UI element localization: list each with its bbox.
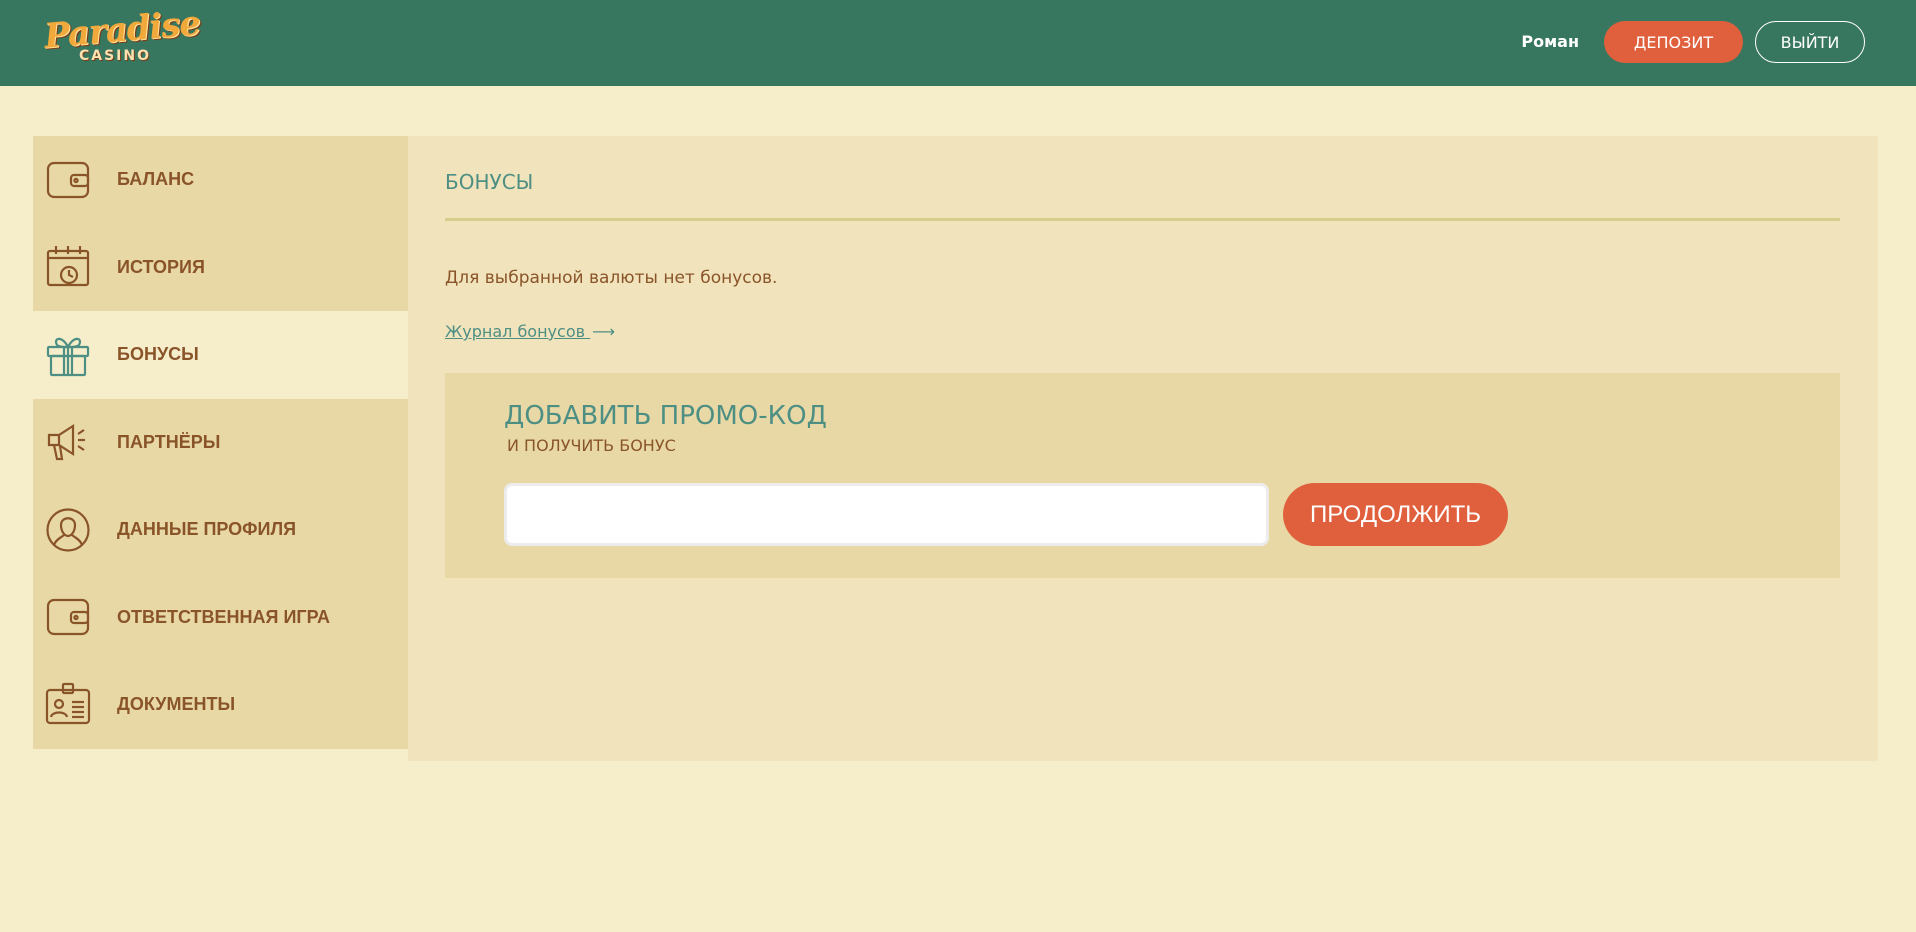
sidebar-item-documents[interactable]: ДОКУМЕНТЫ (33, 661, 408, 749)
id-card-icon (45, 682, 91, 728)
sidebar-item-profile[interactable]: ДАННЫЕ ПРОФИЛЯ (33, 486, 408, 574)
bonuses-panel: БОНУСЫ Для выбранной валюты нет бонусов.… (408, 136, 1878, 761)
sidebar-item-label: ДОКУМЕНТЫ (117, 694, 236, 715)
promo-code-input[interactable] (504, 483, 1269, 546)
sidebar-item-responsible-gaming[interactable]: ОТВЕТСТВЕННАЯ ИГРА (33, 573, 408, 661)
deposit-button[interactable]: ДЕПОЗИТ (1604, 21, 1743, 63)
sidebar-item-balance[interactable]: БАЛАНС (33, 136, 408, 224)
no-bonus-message: Для выбранной валюты нет бонусов. (445, 268, 778, 288)
sidebar-item-label: БОНУСЫ (117, 344, 199, 365)
page-title: БОНУСЫ (445, 170, 534, 194)
megaphone-icon (45, 419, 91, 465)
sidebar-item-label: БАЛАНС (117, 169, 195, 190)
bonus-journal-link[interactable]: Журнал бонусов ⟶ (445, 322, 615, 341)
promo-code-box: ДОБАВИТЬ ПРОМО-КОД И ПОЛУЧИТЬ БОНУС ПРОД… (445, 373, 1840, 578)
account-sidebar: БАЛАНС ИСТОРИЯ БОНУСЫ ПАРТНЁРЫ ДАННЫЕ ПР… (33, 136, 408, 749)
user-icon (45, 507, 91, 553)
promo-subtitle: И ПОЛУЧИТЬ БОНУС (507, 436, 676, 455)
gift-icon (45, 332, 91, 378)
arrow-right-icon: ⟶ (592, 322, 616, 341)
title-divider (445, 218, 1840, 221)
wallet-icon (45, 157, 91, 203)
promo-title: ДОБАВИТЬ ПРОМО-КОД (504, 401, 827, 431)
username[interactable]: Роман (1521, 30, 1579, 54)
calendar-clock-icon (45, 244, 91, 290)
top-header: Paradise CASINO Роман ДЕПОЗИТ ВЫЙТИ (0, 0, 1916, 86)
wallet-icon (45, 594, 91, 640)
sidebar-item-partners[interactable]: ПАРТНЁРЫ (33, 398, 408, 486)
sidebar-item-label: ПАРТНЁРЫ (117, 431, 221, 452)
bonus-journal-link-label: Журнал бонусов (445, 322, 586, 341)
sidebar-item-bonuses[interactable]: БОНУСЫ (33, 311, 408, 399)
sidebar-item-label: ДАННЫЕ ПРОФИЛЯ (117, 519, 297, 540)
continue-button[interactable]: ПРОДОЛЖИТЬ (1283, 483, 1508, 546)
logout-button[interactable]: ВЫЙТИ (1755, 21, 1865, 63)
sidebar-item-history[interactable]: ИСТОРИЯ (33, 223, 408, 311)
sidebar-item-label: ИСТОРИЯ (117, 256, 205, 277)
logo[interactable]: Paradise CASINO (43, 3, 202, 72)
sidebar-item-label: ОТВЕТСТВЕННАЯ ИГРА (117, 606, 331, 627)
